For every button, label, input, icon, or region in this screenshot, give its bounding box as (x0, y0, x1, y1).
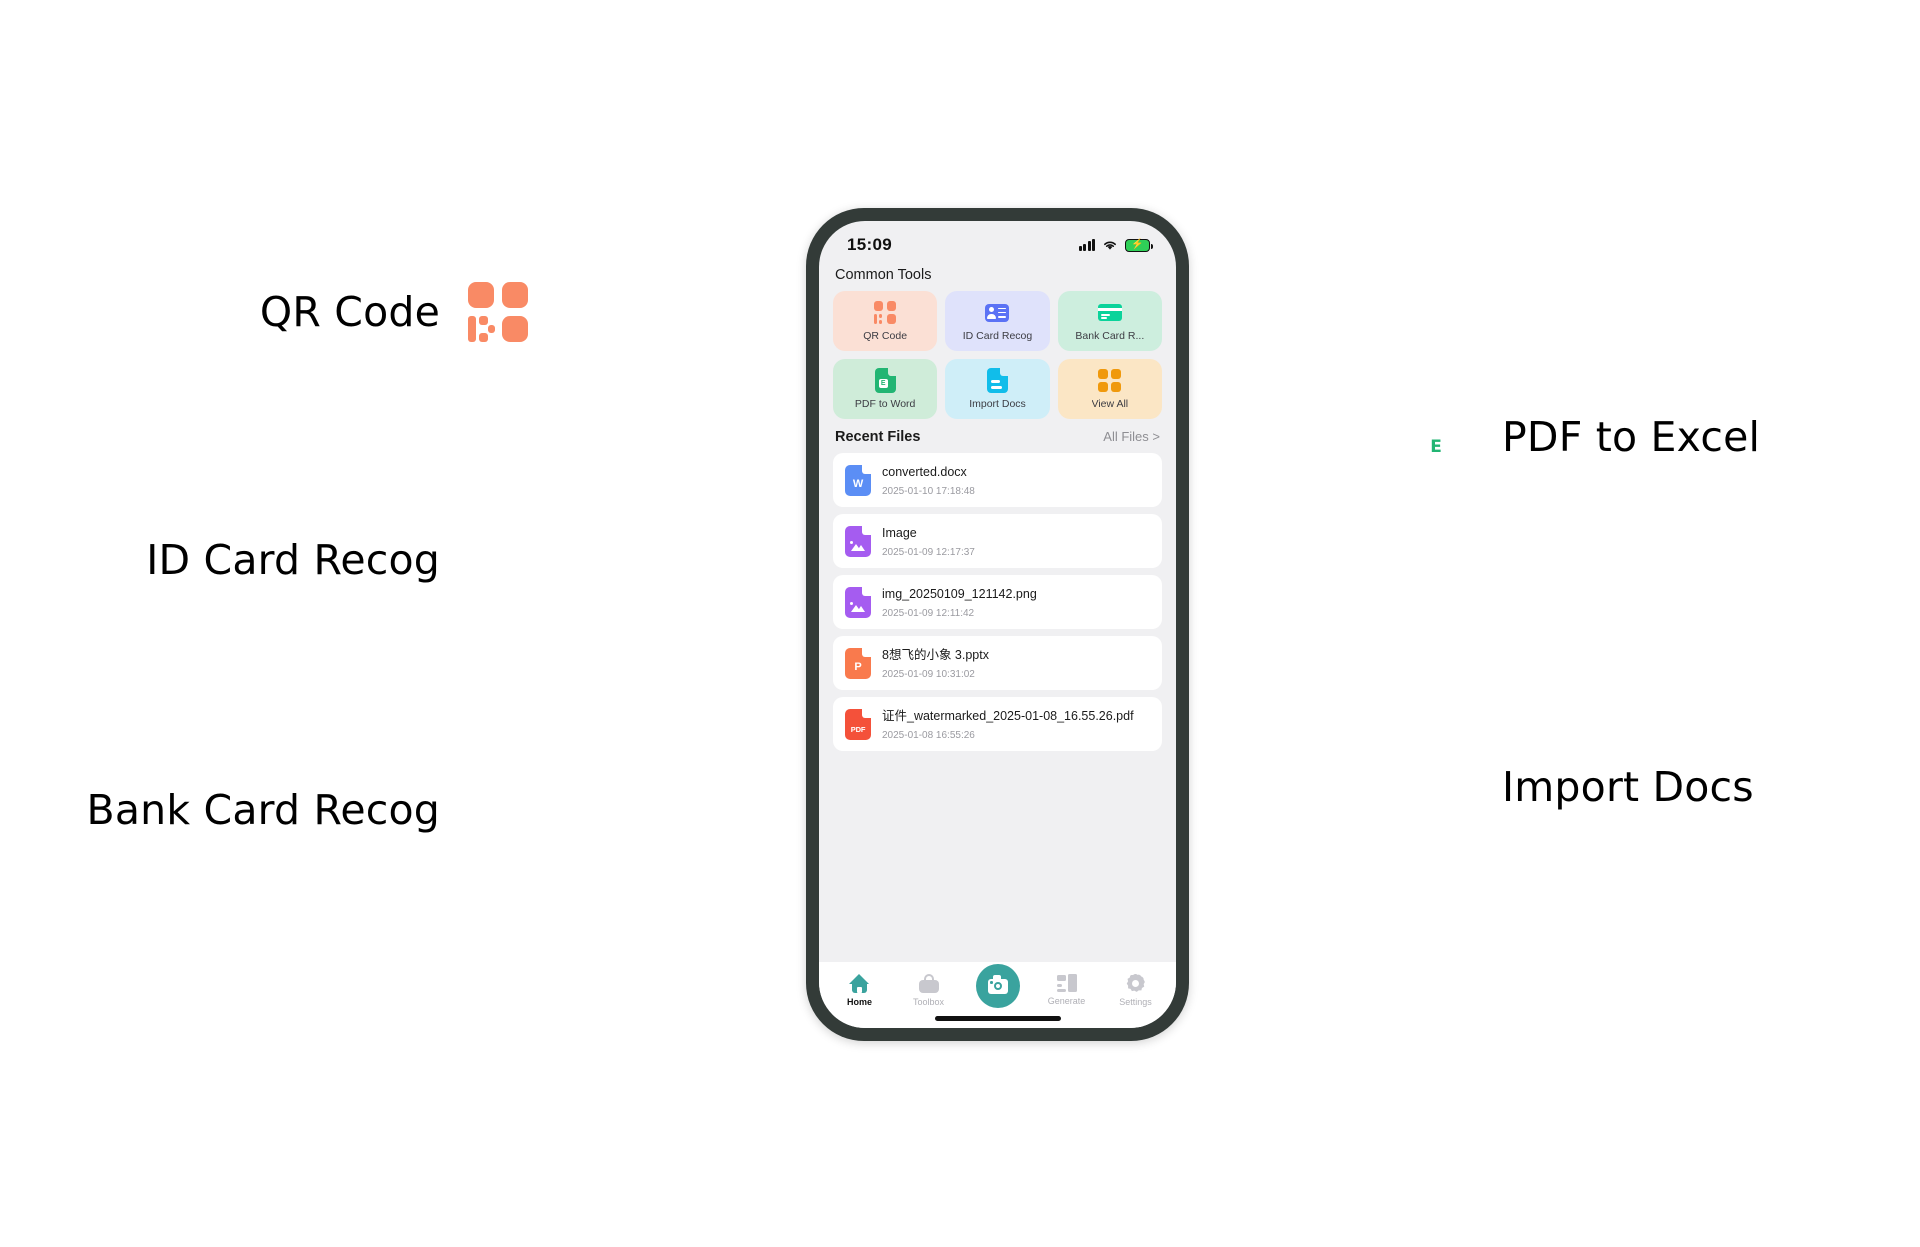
tool-bank-card-recog[interactable]: Bank Card R... (1057, 291, 1162, 351)
recent-files-list[interactable]: W converted.docx 2025-01-10 17:18:48 Ima… (819, 453, 1176, 962)
common-tools-title: Common Tools (835, 267, 932, 283)
tool-label: PDF to Word (854, 397, 916, 410)
status-time: 15:09 (847, 235, 892, 254)
doc-letter: E (878, 379, 888, 388)
tool-view-all[interactable]: View All (1057, 359, 1162, 419)
signal-bars-icon (1078, 239, 1095, 251)
annotation-label: PDF to Excel (1502, 413, 1761, 461)
wifi-icon (1104, 241, 1116, 250)
qr-code-icon (466, 280, 530, 344)
file-list-item[interactable]: P 8想飞的小象 3.pptx 2025-01-09 10:31:02 (833, 636, 1162, 690)
recent-files-title: Recent Files (835, 429, 921, 445)
powerpoint-file-icon: P (845, 647, 871, 679)
phone-frame: 15:09 ⚡ Common Tools QR Code ID Card Rec… (806, 208, 1189, 1041)
import-doc-icon (986, 368, 1008, 393)
tab-settings[interactable]: Settings (1101, 973, 1170, 1007)
file-type-tag: W (852, 477, 864, 490)
tool-label: Bank Card R... (1075, 329, 1145, 342)
home-icon (849, 973, 870, 993)
annotation-label: Bank Card Recog (86, 786, 440, 834)
camera-fab-button[interactable] (975, 964, 1020, 1008)
doc-letter: E (1424, 435, 1448, 459)
home-indicator (934, 1016, 1061, 1021)
file-name: 8想飞的小象 3.pptx (882, 648, 989, 662)
recent-files-header: Recent Files All Files > (819, 419, 1176, 453)
tool-label: View All (1091, 397, 1129, 410)
grid-icon (1098, 369, 1122, 393)
qr-code-icon (873, 301, 897, 325)
tab-toolbox[interactable]: Toolbox (894, 973, 963, 1007)
file-type-tag: P (854, 660, 862, 673)
file-list-item[interactable]: PDF 证件_watermarked_2025-01-08_16.55.26.p… (833, 697, 1162, 751)
status-bar: 15:09 ⚡ (819, 221, 1176, 263)
tab-label: Toolbox (912, 996, 945, 1007)
word-file-icon: W (845, 464, 871, 496)
phone-screen: 15:09 ⚡ Common Tools QR Code ID Card Rec… (819, 221, 1176, 1028)
excel-doc-icon: E (1390, 405, 1476, 469)
import-doc-icon (1390, 755, 1476, 819)
tab-bar: Home Toolbox Generate Settings (819, 962, 1176, 1028)
tool-qr-code[interactable]: QR Code (833, 291, 938, 351)
tool-label: ID Card Recog (962, 329, 1033, 342)
file-type-tag: PDF (850, 724, 866, 734)
file-list-item[interactable]: W converted.docx 2025-01-10 17:18:48 (833, 453, 1162, 507)
tab-label: Settings (1119, 996, 1152, 1007)
annotation-label: ID Card Recog (146, 536, 440, 584)
generate-icon (1056, 974, 1077, 992)
tool-id-card-recog[interactable]: ID Card Recog (945, 291, 1050, 351)
file-date: 2025-01-09 10:31:02 (882, 669, 975, 680)
pdf-file-icon: PDF (845, 708, 871, 740)
annotation-label: Import Docs (1502, 763, 1754, 811)
tab-label: Generate (1047, 996, 1086, 1006)
tool-import-docs[interactable]: Import Docs (945, 359, 1050, 419)
id-card-icon (440, 528, 530, 592)
tool-pdf-to-word[interactable]: E PDF to Word (833, 359, 938, 419)
annotation-import-docs: Import Docs (1390, 755, 1754, 819)
bank-card-icon (466, 778, 530, 842)
canvas: QR Code ID Card Recog Bank Card Recog E … (0, 0, 1920, 1247)
camera-icon (987, 975, 1008, 994)
file-list-item[interactable]: Image 2025-01-09 12:17:37 (833, 514, 1162, 568)
id-card-icon (985, 301, 1010, 325)
file-date: 2025-01-08 16:55:26 (882, 730, 975, 741)
battery-charging-icon: ⚡ (1125, 238, 1153, 252)
image-file-icon (845, 525, 871, 557)
excel-doc-icon: E (874, 368, 896, 393)
tab-home[interactable]: Home (825, 973, 894, 1007)
file-name: 证件_watermarked_2025-01-08_16.55.26.pdf (882, 709, 1134, 723)
annotation-id-card-recog: ID Card Recog (60, 528, 530, 592)
annotation-bank-card-recog: Bank Card Recog (60, 778, 530, 842)
file-name: Image (882, 526, 917, 540)
all-files-link[interactable]: All Files > (1103, 429, 1160, 444)
annotation-label: QR Code (259, 288, 440, 336)
image-file-icon (845, 586, 871, 618)
annotation-qr-code: QR Code (60, 280, 530, 344)
common-tools-grid: QR Code ID Card Recog Bank Card R... E P… (819, 291, 1176, 419)
bank-card-icon (1097, 301, 1122, 325)
tab-generate[interactable]: Generate (1032, 974, 1101, 1006)
file-date: 2025-01-10 17:18:48 (882, 486, 975, 497)
file-date: 2025-01-09 12:17:37 (882, 547, 975, 558)
file-list-item[interactable]: img_20250109_121142.png 2025-01-09 12:11… (833, 575, 1162, 629)
file-date: 2025-01-09 12:11:42 (882, 608, 975, 619)
file-name: converted.docx (882, 465, 967, 479)
tab-label: Home (846, 996, 872, 1007)
gear-icon (1126, 973, 1145, 993)
tool-label: Import Docs (969, 397, 1026, 410)
file-name: img_20250109_121142.png (882, 587, 1037, 601)
tool-label: QR Code (863, 329, 908, 342)
annotation-pdf-to-excel: E PDF to Excel (1390, 405, 1761, 469)
toolbox-icon (918, 973, 939, 993)
